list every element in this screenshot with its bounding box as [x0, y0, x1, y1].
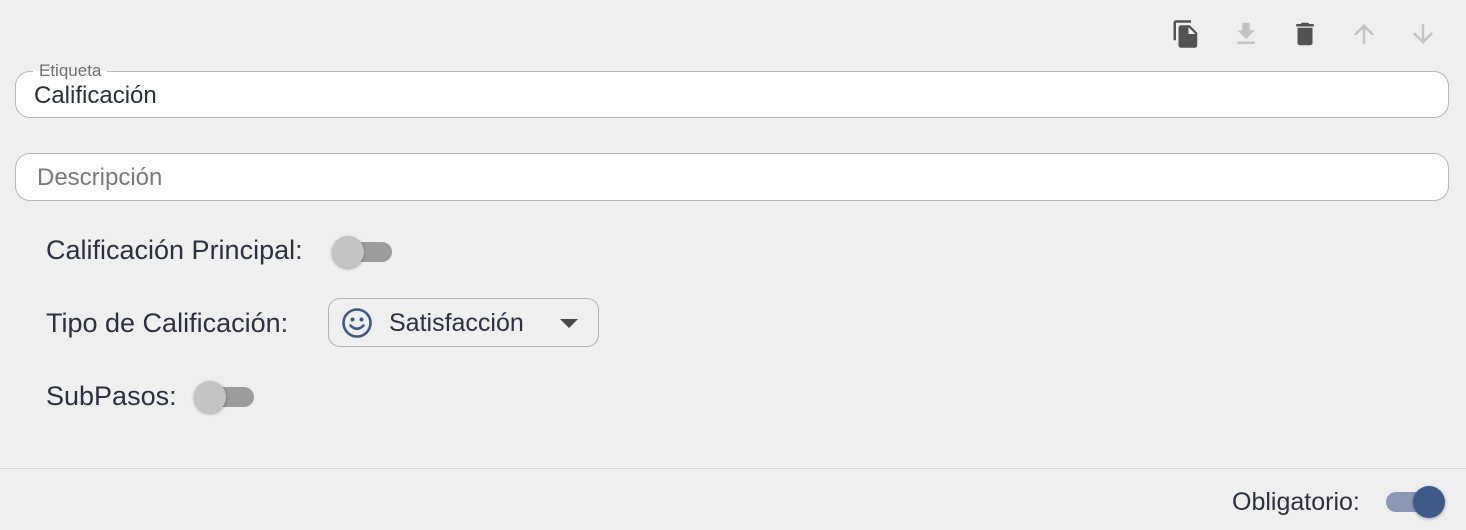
label-field-value[interactable]: Calificación: [34, 83, 157, 109]
switch-thumb: [1413, 486, 1445, 518]
step-toolbar: [1166, 14, 1446, 54]
description-placeholder: Descripción: [37, 164, 163, 191]
description-field[interactable]: Descripción: [15, 153, 1449, 201]
main-rating-switch[interactable]: [332, 234, 396, 270]
switch-thumb: [194, 381, 226, 413]
smiley-icon: [342, 308, 372, 338]
label-field-label: Etiqueta: [33, 61, 108, 81]
rating-type-value: Satisfacción: [389, 309, 524, 337]
substeps-switch[interactable]: [194, 379, 258, 415]
arrow-down-icon: [1413, 24, 1433, 44]
footer-divider: [0, 468, 1466, 469]
delete-button[interactable]: [1285, 14, 1325, 54]
copy-icon: [1173, 20, 1198, 48]
main-rating-label: Calificación Principal:: [46, 235, 303, 265]
download-button[interactable]: [1226, 14, 1266, 54]
rating-type-label: Tipo de Calificación:: [46, 308, 289, 338]
move-up-button[interactable]: [1344, 14, 1384, 54]
copy-button[interactable]: [1166, 14, 1206, 54]
required-label: Obligatorio:: [1232, 488, 1360, 516]
label-field[interactable]: Etiqueta Calificación: [15, 61, 1449, 118]
substeps-label: SubPasos:: [46, 381, 177, 411]
arrow-up-icon: [1354, 24, 1374, 44]
rating-type-select[interactable]: Satisfacción: [328, 298, 599, 347]
move-down-button[interactable]: [1403, 14, 1443, 54]
required-switch[interactable]: [1380, 484, 1445, 520]
trash-icon: [1296, 22, 1314, 46]
download-icon: [1237, 22, 1255, 44]
switch-thumb: [332, 236, 364, 268]
chevron-down-icon: [560, 319, 578, 328]
step-editor-card: Etiqueta Calificación Descripción Califi…: [0, 0, 1466, 530]
